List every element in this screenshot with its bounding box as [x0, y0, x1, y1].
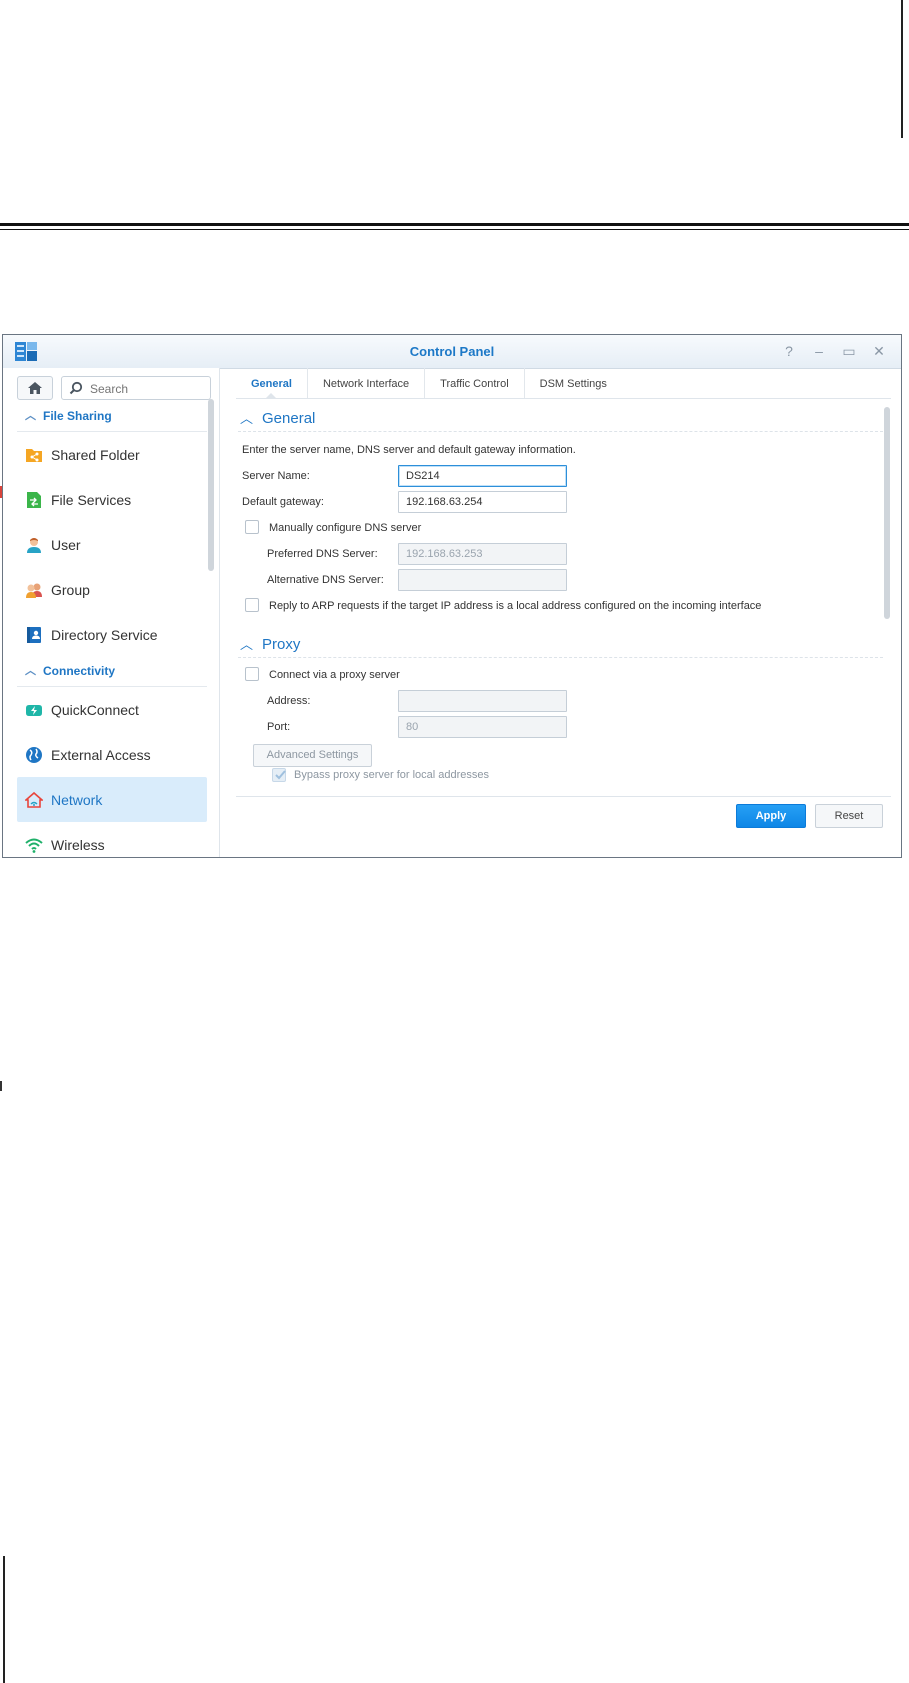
tab-network-interface[interactable]: Network Interface	[308, 368, 426, 398]
section-title: Proxy	[262, 636, 301, 653]
manual-dns-checkbox[interactable]	[245, 520, 259, 534]
window-controls: ? – ▭ ✕	[779, 341, 889, 361]
sidebar-scrollbar[interactable]	[208, 399, 214, 571]
wireless-icon	[25, 838, 43, 853]
main-panel: General Network Interface Traffic Contro…	[220, 368, 901, 857]
sidebar-item-label: Wireless	[51, 836, 105, 853]
file-services-icon	[27, 491, 41, 508]
category-connectivity[interactable]: ︿ Connectivity	[17, 657, 207, 687]
section-divider	[238, 431, 883, 432]
chevron-up-icon: ︿	[240, 411, 254, 426]
maximize-button[interactable]: ▭	[839, 341, 859, 361]
server-name-input[interactable]: DS214	[398, 465, 567, 487]
checkmark-icon	[275, 770, 286, 780]
sidebar-item-group[interactable]: Group	[17, 567, 207, 612]
search-icon	[69, 381, 83, 395]
search-input[interactable]	[88, 380, 207, 398]
sidebar-item-wireless[interactable]: Wireless	[17, 822, 207, 857]
sidebar-item-label: User	[51, 536, 81, 553]
bypass-proxy-checkbox[interactable]	[272, 768, 286, 782]
tab-traffic-control[interactable]: Traffic Control	[425, 368, 525, 398]
sidebar-item-directory-service[interactable]: Directory Service	[17, 612, 207, 657]
sidebar-item-label: External Access	[51, 746, 151, 763]
network-icon	[25, 791, 43, 808]
tab-dsm-settings[interactable]: DSM Settings	[525, 368, 622, 398]
sidebar-item-label: QuickConnect	[51, 701, 139, 718]
alternative-dns-label: Alternative DNS Server:	[267, 574, 384, 586]
group-icon	[26, 583, 42, 598]
default-gateway-input[interactable]: 192.168.63.254	[398, 491, 567, 513]
proxy-port-label: Port:	[267, 721, 291, 733]
page-divider-thin	[0, 229, 909, 230]
proxy-label: Connect via a proxy server	[269, 669, 400, 681]
tab-bar: General Network Interface Traffic Contro…	[236, 368, 891, 399]
category-file-sharing[interactable]: ︿ File Sharing	[17, 402, 207, 432]
sidebar-item-label: Directory Service	[51, 626, 158, 643]
arp-reply-label: Reply to ARP requests if the target IP a…	[269, 600, 762, 612]
close-button[interactable]: ✕	[869, 341, 889, 361]
sidebar-item-file-services[interactable]: File Services	[17, 477, 207, 522]
search-box[interactable]	[61, 376, 211, 400]
reset-button[interactable]: Reset	[815, 804, 883, 828]
bypass-proxy-label: Bypass proxy server for local addresses	[294, 769, 490, 781]
home-button[interactable]	[17, 376, 53, 400]
proxy-port-input[interactable]: 80	[398, 716, 567, 738]
apply-button[interactable]: Apply	[736, 804, 806, 828]
sidebar-item-label: Shared Folder	[51, 446, 140, 463]
arp-reply-checkbox[interactable]	[245, 598, 259, 612]
preferred-dns-label: Preferred DNS Server:	[267, 548, 378, 560]
category-label: Connectivity	[43, 664, 116, 678]
shared-folder-icon	[26, 448, 42, 462]
proxy-address-input[interactable]	[398, 690, 567, 712]
sidebar-item-label: Group	[51, 581, 90, 598]
section-divider	[238, 657, 883, 658]
page-rule-right	[901, 0, 903, 138]
general-description: Enter the server name, DNS server and de…	[242, 444, 576, 456]
alternative-dns-input[interactable]	[398, 569, 567, 591]
page-rule-left	[3, 1556, 5, 1683]
title-bar[interactable]: Control Panel ? – ▭ ✕	[3, 335, 901, 369]
category-label: File Sharing	[43, 409, 112, 423]
tab-general[interactable]: General	[236, 368, 308, 399]
external-access-icon	[26, 746, 42, 763]
margin-marker	[0, 1081, 2, 1091]
advanced-settings-button[interactable]: Advanced Settings	[253, 744, 372, 767]
page-divider	[0, 223, 909, 226]
content-scrollbar[interactable]	[884, 407, 890, 619]
sidebar-item-user[interactable]: User	[17, 522, 207, 567]
section-title: General	[262, 410, 316, 427]
help-button[interactable]: ?	[779, 341, 799, 361]
preferred-dns-input[interactable]: 192.168.63.253	[398, 543, 567, 565]
sidebar: ︿ File Sharing Shared Folder File Servic…	[3, 368, 220, 857]
proxy-address-label: Address:	[267, 695, 311, 707]
minimize-button[interactable]: –	[809, 341, 829, 361]
window-title: Control Panel	[409, 344, 495, 359]
sidebar-list: ︿ File Sharing Shared Folder File Servic…	[17, 402, 207, 857]
chevron-up-icon: ︿	[25, 410, 36, 422]
sidebar-item-shared-folder[interactable]: Shared Folder	[17, 432, 207, 477]
user-icon	[27, 537, 41, 553]
manual-dns-label: Manually configure DNS server	[269, 522, 422, 534]
home-icon	[28, 382, 42, 394]
sidebar-item-external-access[interactable]: External Access	[17, 732, 207, 777]
sidebar-item-label: Network	[51, 791, 103, 808]
quickconnect-icon	[26, 704, 42, 716]
server-name-label: Server Name:	[242, 470, 310, 482]
proxy-checkbox[interactable]	[245, 667, 259, 681]
directory-service-icon	[27, 626, 41, 643]
sidebar-item-quickconnect[interactable]: QuickConnect	[17, 687, 207, 732]
settings-content: ︿ General Enter the server name, DNS serv…	[220, 399, 901, 827]
chevron-up-icon: ︿	[25, 665, 36, 677]
default-gateway-label: Default gateway:	[242, 496, 324, 508]
footer-bar: Apply Reset	[236, 796, 891, 857]
control-panel-window: Control Panel ? – ▭ ✕ ︿ File Sharing	[2, 334, 902, 858]
sidebar-item-network[interactable]: Network	[17, 777, 207, 822]
chevron-up-icon: ︿	[240, 637, 254, 652]
sidebar-item-label: File Services	[51, 491, 132, 508]
